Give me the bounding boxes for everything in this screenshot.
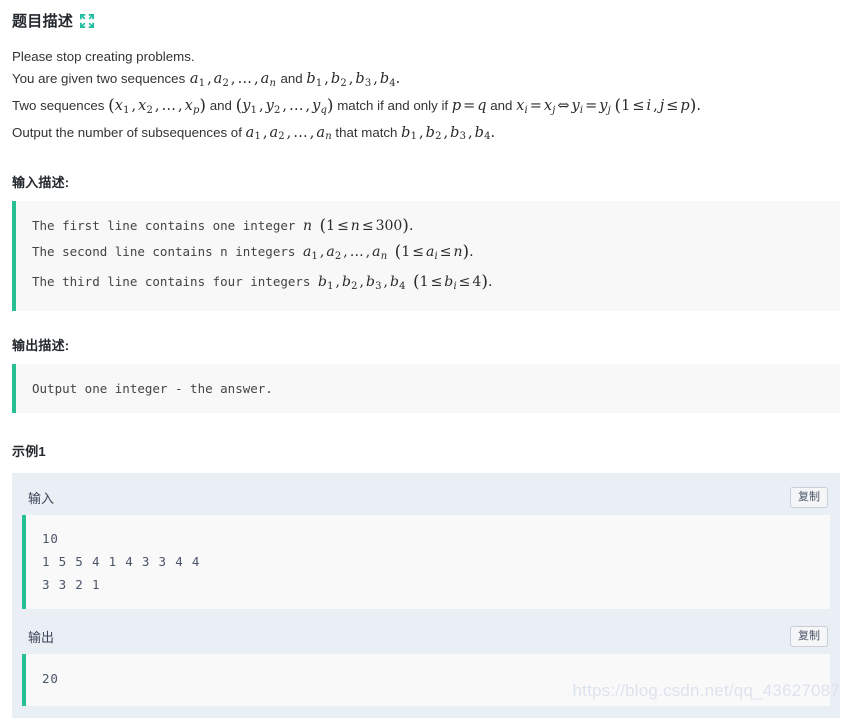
input-description-block: The first line contains one integer n (1… bbox=[12, 201, 840, 311]
math-seq-b: b1, b2, b3, b4. bbox=[306, 71, 401, 89]
math-seq-a-3: a1, a2,…, an bbox=[302, 244, 388, 263]
statement-line-3-match: match if and only if bbox=[337, 97, 449, 113]
statement-line-2: You are given two sequences a1, a2,…, an a… bbox=[12, 68, 840, 95]
output-description-heading: 输出描述: bbox=[12, 338, 70, 353]
statement-line-3-and: and bbox=[209, 97, 232, 113]
math-seq-y: (y1, y2,…, yq) bbox=[235, 95, 334, 116]
statement-line-4: Output the number of subsequences of a1,… bbox=[12, 122, 840, 149]
example-input-line: 3 3 2 1 bbox=[42, 577, 101, 592]
input-desc-line-1: The first line contains one integer n (1… bbox=[32, 213, 830, 239]
math-p-eq-q: p = q bbox=[451, 97, 487, 114]
math-seq-a: a1, a2,…, an bbox=[189, 71, 276, 89]
expand-arrows-icon[interactable] bbox=[80, 14, 95, 28]
example-input-line: 10 bbox=[42, 531, 59, 546]
page-title-row: 题目描述 bbox=[12, 0, 840, 33]
math-seq-b-2: b1, b2, b3, b4. bbox=[401, 124, 496, 143]
math-ai-range: (1 ≤ ai ≤ n). bbox=[394, 242, 474, 263]
statement-line-4-mid: that match bbox=[335, 124, 398, 140]
input-desc-line-2: The second line contains n integers a1, a… bbox=[32, 239, 830, 269]
input-desc-line-2-text: The second line contains n integers bbox=[32, 244, 296, 260]
statement-line-2-mid: and bbox=[280, 71, 303, 86]
example-divider bbox=[22, 609, 830, 621]
math-seq-a-2: a1, a2,…, an bbox=[245, 124, 332, 143]
math-seq-b-3: b1, b2, b3, b4 bbox=[317, 274, 406, 292]
problem-page: 题目描述 Please stop creating problems. You … bbox=[0, 0, 852, 718]
example-output-header: 输出 复制 bbox=[22, 621, 830, 651]
input-description-heading: 输入描述: bbox=[12, 175, 70, 191]
statement-line-3-prefix: Two sequences bbox=[12, 97, 105, 113]
math-n-range: (1 ≤ n ≤300). bbox=[319, 216, 414, 237]
math-range-ij: (1 ≤ i, j ≤ p). bbox=[614, 95, 701, 116]
example-input-label: 输入 bbox=[28, 490, 55, 506]
copy-input-button[interactable]: 复制 bbox=[790, 486, 828, 508]
output-description-block: Output one integer - the answer. bbox=[12, 364, 840, 413]
page-title: 题目描述 bbox=[12, 12, 74, 30]
math-bi-range: (1 ≤ bi ≤4). bbox=[413, 272, 493, 293]
output-desc-line-1: Output one integer - the answer. bbox=[32, 381, 273, 396]
example-output-code: 20 bbox=[22, 654, 830, 706]
copy-output-button[interactable]: 复制 bbox=[790, 625, 828, 647]
example-heading: 示例1 bbox=[12, 444, 46, 459]
input-desc-line-3: The third line contains four integers b1… bbox=[32, 269, 830, 299]
statement-line-1: Please stop creating problems. bbox=[12, 49, 195, 64]
statement-line-2-prefix: You are given two sequences bbox=[12, 71, 186, 86]
statement-line-3-and2: and bbox=[490, 97, 513, 113]
example-output-line: 20 bbox=[42, 671, 59, 686]
math-n: n bbox=[302, 218, 312, 235]
example-input-line: 1 5 5 4 1 4 3 3 4 4 bbox=[42, 554, 201, 569]
example-input-header: 输入 复制 bbox=[22, 482, 830, 512]
problem-statement: Please stop creating problems. You are g… bbox=[12, 46, 840, 148]
statement-line-4-prefix: Output the number of subsequences of bbox=[12, 124, 242, 140]
statement-line-3: Two sequences (x1, x2,…, xp) and (y1, y2,…,… bbox=[12, 95, 840, 122]
example-panel: 输入 复制 10 1 5 5 4 1 4 3 3 4 4 3 3 2 1 输出 … bbox=[12, 473, 840, 718]
math-seq-x: (x1, x2,…, xp) bbox=[108, 95, 206, 116]
example-output-label: 输出 bbox=[28, 629, 55, 645]
example-input-code: 10 1 5 5 4 1 4 3 3 4 4 3 3 2 1 bbox=[22, 515, 830, 609]
math-match-condition: xi = xj ⇔ yi = yj bbox=[516, 97, 611, 116]
input-desc-line-1-text: The first line contains one integer bbox=[32, 218, 296, 234]
input-desc-line-3-text: The third line contains four integers bbox=[32, 274, 311, 290]
